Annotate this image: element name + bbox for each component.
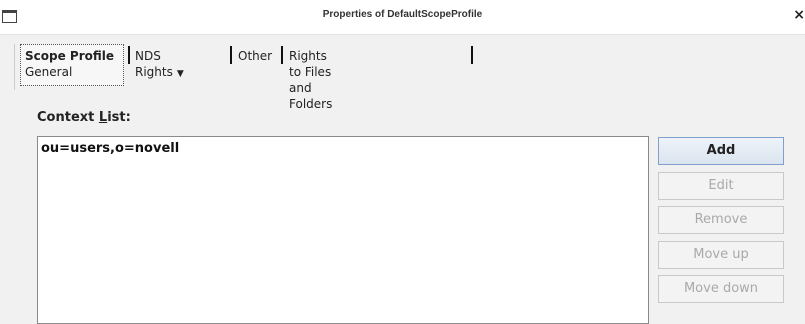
- remove-button[interactable]: Remove: [658, 206, 784, 234]
- move-up-button[interactable]: Move up: [658, 241, 784, 269]
- tab-scope-profile-sublabel: General: [25, 65, 73, 79]
- add-button[interactable]: Add: [658, 137, 784, 165]
- context-list-label-mnemonic: L: [98, 110, 108, 125]
- tab-rights-to-files[interactable]: Rights to Files and Folders: [289, 48, 332, 112]
- chevron-down-icon[interactable]: ▼: [177, 69, 184, 79]
- context-listbox[interactable]: ou=users,o=novell: [37, 136, 649, 324]
- edit-button[interactable]: Edit: [658, 172, 784, 200]
- tab-separator: [281, 46, 283, 64]
- context-list-label-suffix: ist:: [107, 110, 131, 125]
- tab-scope-profile[interactable]: Scope Profile General: [20, 44, 124, 86]
- tab-separator: [128, 46, 130, 64]
- tab-nds-rights-label: NDS Rights: [135, 49, 173, 79]
- tab-strip-edge: [14, 44, 15, 90]
- context-list-label: Context List:: [37, 110, 131, 125]
- tab-separator: [471, 46, 473, 64]
- window-title: Properties of DefaultScopeProfile: [322, 9, 483, 20]
- tab-separator: [230, 46, 232, 64]
- tab-nds-rights[interactable]: NDS Rights ▼: [135, 48, 184, 82]
- move-down-button[interactable]: Move down: [658, 275, 784, 303]
- list-item[interactable]: ou=users,o=novell: [41, 141, 179, 156]
- context-list-label-prefix: Context: [37, 110, 99, 125]
- title-bar: Properties of DefaultScopeProfile ×: [0, 0, 805, 35]
- close-icon[interactable]: ×: [793, 8, 805, 22]
- tab-other[interactable]: Other: [238, 48, 272, 64]
- tab-scope-profile-label: Scope Profile: [25, 49, 115, 63]
